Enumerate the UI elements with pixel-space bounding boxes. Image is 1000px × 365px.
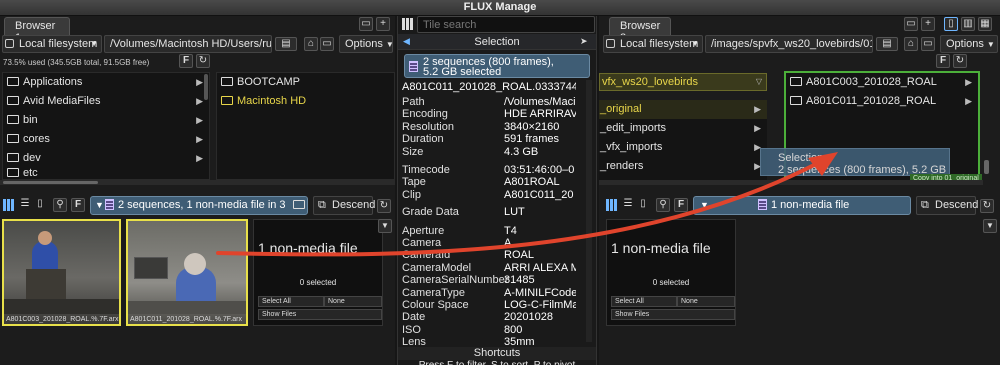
drag-arrow	[216, 152, 838, 257]
